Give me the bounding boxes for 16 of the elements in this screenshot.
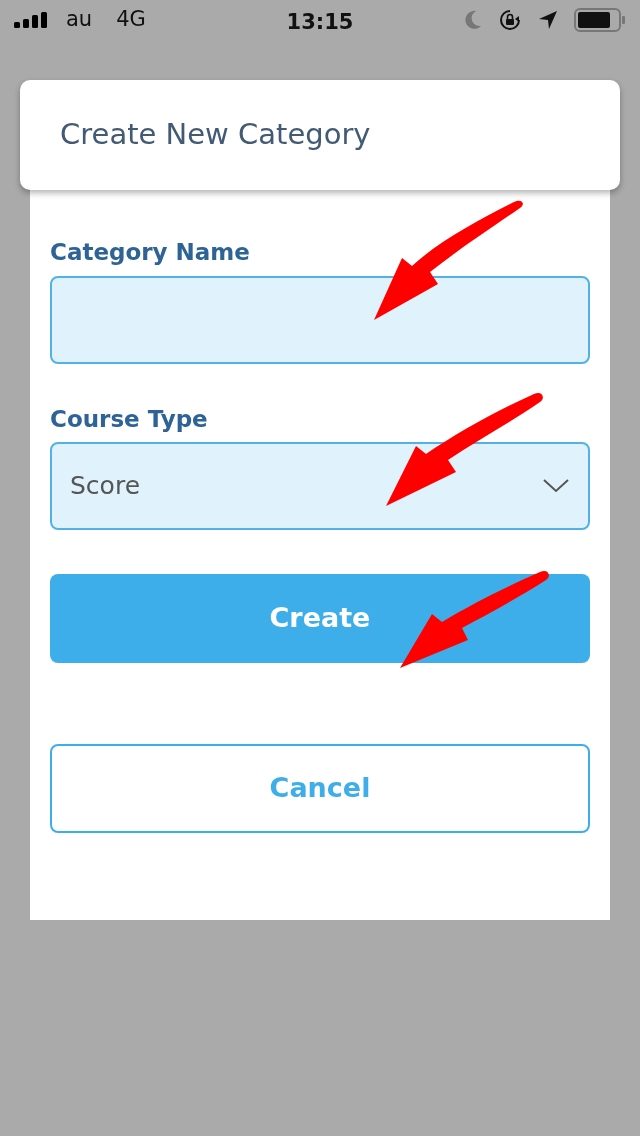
cancel-button[interactable]: Cancel bbox=[50, 744, 590, 833]
chevron-down-icon bbox=[542, 478, 570, 494]
network-text: 4G bbox=[116, 6, 146, 34]
status-time: 13:15 bbox=[286, 9, 354, 36]
location-icon bbox=[538, 10, 558, 30]
dialog-title: Create New Category bbox=[60, 116, 371, 154]
input-field[interactable] bbox=[50, 275, 590, 364]
field-label: Category Name bbox=[50, 238, 250, 267]
field-label: Course Type bbox=[50, 404, 208, 434]
signal-icon bbox=[14, 12, 50, 28]
moon-icon bbox=[464, 10, 482, 30]
rotation-lock-icon bbox=[498, 8, 522, 32]
battery-icon bbox=[574, 8, 626, 32]
create-button[interactable]: Create bbox=[50, 574, 590, 663]
carrier-text: au bbox=[66, 6, 93, 34]
select-field[interactable]: Score bbox=[50, 442, 590, 530]
